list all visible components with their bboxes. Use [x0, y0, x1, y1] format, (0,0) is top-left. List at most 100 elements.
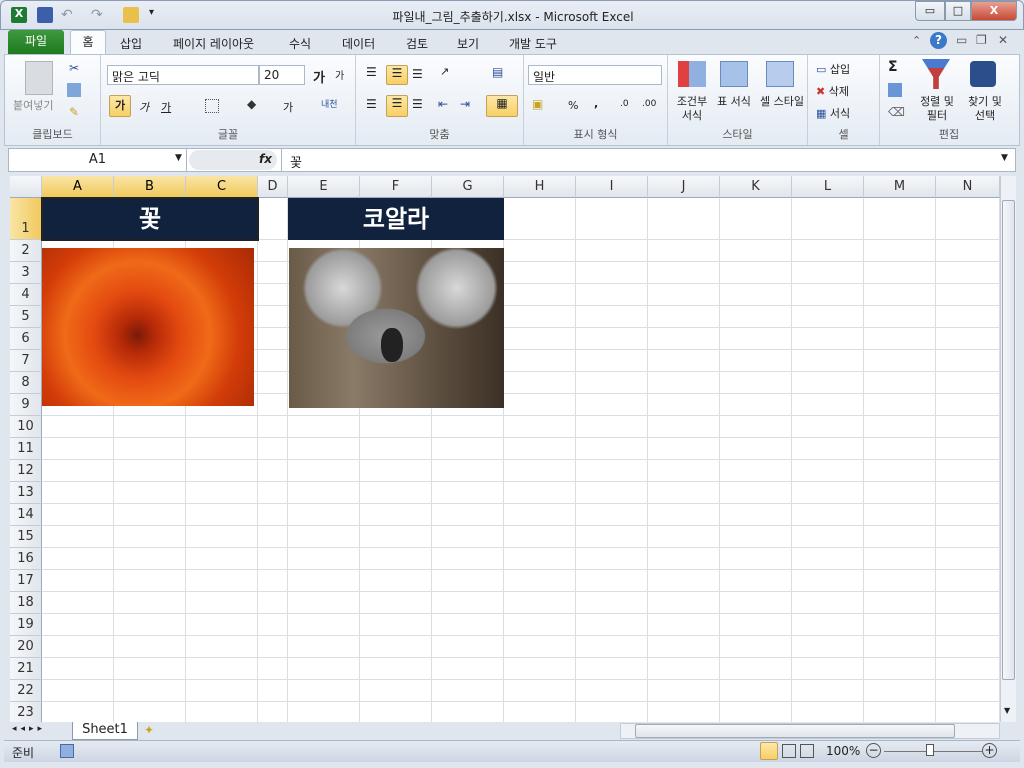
- tab-review[interactable]: 검토: [398, 32, 436, 54]
- clear-icon[interactable]: ⌫: [888, 105, 905, 119]
- cut-icon[interactable]: ✂: [69, 61, 79, 75]
- row-header-2[interactable]: 2: [10, 240, 42, 262]
- row-header-11[interactable]: 11: [10, 438, 42, 460]
- flower-picture[interactable]: [42, 248, 254, 406]
- workbook-close-icon[interactable]: ✕: [998, 33, 1008, 47]
- formula-input[interactable]: 꽃: [281, 149, 999, 171]
- row-header-7[interactable]: 7: [10, 350, 42, 372]
- underline-button[interactable]: 가: [161, 99, 171, 115]
- column-header-f[interactable]: F: [360, 176, 432, 198]
- delete-cells-button[interactable]: ✖ 삭제: [816, 83, 849, 99]
- row-header-10[interactable]: 10: [10, 416, 42, 438]
- grow-font-icon[interactable]: 가: [313, 67, 325, 86]
- align-middle-icon[interactable]: ☰: [386, 65, 408, 85]
- shrink-font-icon[interactable]: 가: [335, 67, 344, 82]
- cell-a1-header[interactable]: 꽃: [41, 197, 259, 241]
- column-header-b[interactable]: B: [114, 176, 186, 198]
- bold-button[interactable]: 가: [109, 95, 131, 117]
- cell-styles-button[interactable]: 셀 스타일: [760, 95, 804, 109]
- column-header-m[interactable]: M: [864, 176, 936, 198]
- workbook-minimize-icon[interactable]: ▭: [956, 33, 967, 47]
- normal-view-icon[interactable]: [760, 742, 778, 760]
- orientation-icon[interactable]: ↗: [440, 65, 449, 78]
- decrease-decimal-icon[interactable]: .00: [642, 99, 656, 109]
- number-format-select[interactable]: 일반: [528, 65, 662, 85]
- column-header-a[interactable]: A: [42, 176, 114, 198]
- row-header-23[interactable]: 23: [10, 702, 42, 722]
- tab-developer[interactable]: 개발 도구: [501, 32, 565, 54]
- help-icon[interactable]: ?: [930, 32, 947, 49]
- minimize-button[interactable]: ▭: [915, 1, 945, 21]
- font-color-button[interactable]: 가: [283, 99, 293, 115]
- column-header-n[interactable]: N: [936, 176, 1000, 198]
- font-name-select[interactable]: 맑은 고딕: [107, 65, 259, 85]
- row-header-19[interactable]: 19: [10, 614, 42, 636]
- vertical-scroll-thumb[interactable]: [1002, 200, 1015, 680]
- align-right-icon[interactable]: ☰: [412, 97, 423, 111]
- column-header-h[interactable]: H: [504, 176, 576, 198]
- percent-button[interactable]: %: [568, 99, 578, 112]
- align-bottom-icon[interactable]: ☰: [412, 67, 423, 81]
- row-header-20[interactable]: 20: [10, 636, 42, 658]
- borders-icon[interactable]: [205, 99, 219, 113]
- name-box[interactable]: A1: [9, 149, 187, 171]
- zoom-out-button[interactable]: −: [866, 743, 881, 758]
- row-header-5[interactable]: 5: [10, 306, 42, 328]
- column-header-j[interactable]: J: [648, 176, 720, 198]
- format-as-table-button[interactable]: 표 서식: [716, 95, 752, 109]
- column-header-l[interactable]: L: [792, 176, 864, 198]
- fill-color-icon[interactable]: ◆: [247, 97, 256, 111]
- fill-icon[interactable]: [888, 83, 902, 97]
- row-header-17[interactable]: 17: [10, 570, 42, 592]
- column-header-g[interactable]: G: [432, 176, 504, 198]
- row-header-3[interactable]: 3: [10, 262, 42, 284]
- tab-file[interactable]: 파일: [8, 30, 64, 54]
- autosum-button[interactable]: Σ: [888, 59, 898, 75]
- insert-cells-button[interactable]: ▭ 삽입: [816, 61, 850, 77]
- align-top-icon[interactable]: ☰: [366, 65, 377, 79]
- tab-formulas[interactable]: 수식: [281, 32, 319, 54]
- horizontal-scrollbar[interactable]: [620, 723, 1000, 739]
- insert-function-button[interactable]: fx: [259, 152, 272, 166]
- row-header-4[interactable]: 4: [10, 284, 42, 306]
- row-header-22[interactable]: 22: [10, 680, 42, 702]
- page-break-view-icon[interactable]: [800, 744, 814, 758]
- wrap-text-icon[interactable]: ▤: [492, 65, 503, 79]
- sheet-nav-icon[interactable]: ◂◂▸▸: [12, 724, 46, 734]
- vertical-scrollbar[interactable]: ▼: [1000, 176, 1016, 722]
- copy-icon[interactable]: [67, 83, 81, 97]
- column-header-c[interactable]: C: [186, 176, 258, 198]
- font-size-select[interactable]: 20: [259, 65, 305, 85]
- zoom-level[interactable]: 100%: [826, 744, 860, 758]
- merge-center-icon[interactable]: ▦: [486, 95, 518, 117]
- tab-home[interactable]: 홈: [70, 30, 106, 55]
- conditional-format-button[interactable]: 조건부 서식: [672, 95, 712, 123]
- page-layout-view-icon[interactable]: [782, 744, 796, 758]
- tab-view[interactable]: 보기: [449, 32, 487, 54]
- row-header-8[interactable]: 8: [10, 372, 42, 394]
- increase-decimal-icon[interactable]: .0: [620, 99, 629, 109]
- worksheet-grid[interactable]: A B C D E F G H I J K L M N 1 2 3 4 5 6 7 8 9 10 11 12 13 14 15 16 17 1…: [10, 176, 1000, 722]
- italic-button[interactable]: 가: [139, 99, 149, 115]
- align-left-icon[interactable]: ☰: [366, 97, 377, 111]
- column-header-k[interactable]: K: [720, 176, 792, 198]
- zoom-slider-thumb[interactable]: [926, 744, 934, 756]
- row-header-6[interactable]: 6: [10, 328, 42, 350]
- row-header-13[interactable]: 13: [10, 482, 42, 504]
- currency-icon[interactable]: ▣: [532, 97, 543, 111]
- maximize-button[interactable]: □: [945, 1, 971, 21]
- format-cells-button[interactable]: ▦ 서식: [816, 105, 850, 121]
- cell-e1-header[interactable]: 코알라: [288, 198, 504, 240]
- increase-indent-icon[interactable]: ⇥: [460, 97, 470, 111]
- macro-record-icon[interactable]: [60, 744, 74, 758]
- row-header-9[interactable]: 9: [10, 394, 42, 416]
- phonetic-button[interactable]: 내천: [321, 97, 338, 110]
- paste-button[interactable]: 붙여넣기: [13, 97, 53, 113]
- format-painter-icon[interactable]: ✎: [69, 105, 79, 119]
- insert-sheet-icon[interactable]: ✦: [144, 723, 154, 737]
- expand-formula-bar-icon[interactable]: ▼: [1001, 153, 1008, 163]
- comma-button[interactable]: ,: [594, 97, 598, 110]
- row-header-18[interactable]: 18: [10, 592, 42, 614]
- tab-data[interactable]: 데이터: [334, 32, 383, 54]
- select-all-corner[interactable]: [10, 176, 42, 198]
